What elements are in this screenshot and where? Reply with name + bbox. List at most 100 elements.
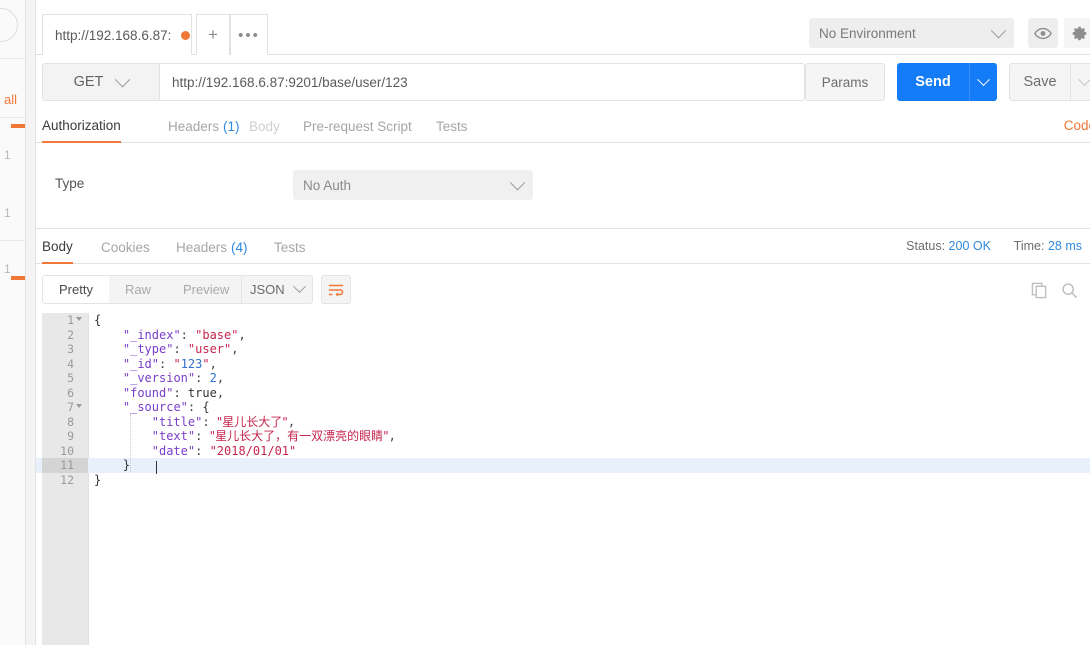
response-body-editor[interactable]: 1{2 "_index": "base", 3 "_type": "user", 4 "_… <box>36 313 1090 645</box>
search-response-button[interactable] <box>1056 277 1082 303</box>
auth-type-label: Type <box>55 176 85 191</box>
environment-quick-look-button[interactable] <box>1028 18 1058 48</box>
sidebar-scrollbar[interactable] <box>26 0 36 645</box>
request-url-input[interactable]: http://192.168.6.87:9201/base/user/123 <box>159 63 805 101</box>
tab-headers[interactable]: Headers (1) <box>168 110 240 143</box>
response-section-tabs: Body Cookies Headers (4) Tests Status: 2… <box>36 231 1090 264</box>
environment-select[interactable]: No Environment <box>809 18 1014 48</box>
tab-pre-request-script[interactable]: Pre-request Script <box>303 110 412 143</box>
send-button[interactable]: Send <box>897 63 969 101</box>
chevron-down-icon <box>1078 72 1090 86</box>
response-format-select[interactable]: JSON <box>241 275 313 304</box>
code-line[interactable]: 12} <box>36 473 1090 488</box>
code-line-text: "_source": { <box>122 400 210 414</box>
editor-code-rows: 1{2 "_index": "base", 3 "_type": "user", 4 "_… <box>36 313 1090 487</box>
save-options-button[interactable] <box>1071 63 1090 101</box>
http-method-select[interactable]: GET <box>42 63 159 101</box>
code-line-text: "text": "星儿长大了，有一双漂亮的眼睛", <box>151 429 396 443</box>
time-value[interactable]: 28 ms <box>1048 239 1082 253</box>
fold-arrow-icon[interactable] <box>76 317 82 321</box>
response-tab-body[interactable]: Body <box>42 231 73 264</box>
line-number: 6 <box>67 385 74 400</box>
sidebar-divider <box>0 58 25 59</box>
line-number: 5 <box>67 371 74 385</box>
sidebar-filter-all[interactable]: all <box>4 92 17 107</box>
chevron-down-icon <box>115 71 131 87</box>
sidebar-item-mark <box>11 276 25 280</box>
sidebar-list-item[interactable]: 1 <box>4 148 11 162</box>
line-number: 4 <box>67 356 74 371</box>
settings-button[interactable] <box>1064 18 1090 48</box>
fold-arrow-icon[interactable] <box>76 404 82 408</box>
status-label: Status: <box>906 239 946 253</box>
code-line[interactable]: 8 "title": "星儿长大了", <box>36 415 1090 430</box>
code-link[interactable]: Code <box>1064 118 1090 133</box>
sidebar-list-item[interactable]: 1 <box>4 206 11 220</box>
code-line[interactable]: 5 "_version": 2, <box>36 371 1090 386</box>
request-section-tabs: Authorization Headers (1) Body Pre-reque… <box>36 110 1090 143</box>
save-button[interactable]: Save <box>1009 63 1071 101</box>
environment-select-value: No Environment <box>819 25 916 41</box>
view-pretty[interactable]: Pretty <box>43 276 109 303</box>
tab-label: Body <box>42 239 73 254</box>
code-line-text: "_index": "base", <box>122 327 246 342</box>
tab-label: Tests <box>274 240 306 255</box>
response-tab-tests[interactable]: Tests <box>274 231 306 264</box>
line-number: 2 <box>67 327 74 342</box>
code-line-text: } <box>94 472 102 487</box>
auth-type-select[interactable]: No Auth <box>293 170 533 200</box>
view-raw[interactable]: Raw <box>109 276 167 303</box>
tab-body[interactable]: Body <box>249 110 280 143</box>
code-line[interactable]: 2 "_index": "base", <box>36 328 1090 343</box>
tab-authorization[interactable]: Authorization <box>42 110 121 143</box>
copy-icon <box>1031 282 1046 298</box>
code-line[interactable]: 4 "_id": "123", <box>36 357 1090 372</box>
code-line-text: "_type": "user", <box>122 342 239 356</box>
gear-icon <box>1072 26 1086 40</box>
status-value[interactable]: 200 OK <box>949 239 991 253</box>
response-format-value: JSON <box>250 282 285 297</box>
copy-response-button[interactable] <box>1026 277 1052 303</box>
code-line[interactable]: 6 "found": true, <box>36 386 1090 401</box>
response-meta: Status: 200 OK Time: 28 ms <box>906 239 1082 253</box>
code-line[interactable]: 11} <box>36 458 1090 473</box>
line-number: 9 <box>67 429 74 443</box>
new-tab-button[interactable]: + <box>196 14 230 55</box>
tab-label: Pre-request Script <box>303 119 412 134</box>
sidebar-rail: all 1 1 1 <box>0 0 26 645</box>
unsaved-dot-icon <box>181 30 191 40</box>
code-line-text: "date": "2018/01/01" <box>151 443 297 458</box>
chevron-down-icon <box>990 22 1007 38</box>
response-tab-headers[interactable]: Headers (4) <box>176 231 248 264</box>
sidebar-list-item[interactable]: 1 <box>4 262 11 276</box>
response-separator <box>36 228 1090 229</box>
code-line[interactable]: 9 "text": "星儿长大了，有一双漂亮的眼睛", <box>36 429 1090 444</box>
code-line[interactable]: 1{ <box>36 313 1090 328</box>
time-label: Time: <box>1013 239 1045 253</box>
chevron-down-icon <box>977 72 990 86</box>
code-line-text: "_version": 2, <box>122 371 225 385</box>
response-toolbar: Pretty Raw Preview JSON <box>36 266 1090 312</box>
tab-label: Headers <box>176 240 228 255</box>
code-line[interactable]: 10 "date": "2018/01/01" <box>36 444 1090 459</box>
sidebar-divider <box>0 240 25 241</box>
tab-tests[interactable]: Tests <box>436 110 468 143</box>
params-button[interactable]: Params <box>805 63 885 101</box>
word-wrap-button[interactable] <box>321 275 351 304</box>
tab-count: (1) <box>223 119 240 134</box>
request-url-row: GET http://192.168.6.87:9201/base/user/1… <box>36 57 1090 107</box>
tab-label: Body <box>249 119 280 134</box>
request-tab-title: http://192.168.6.87: <box>55 27 172 43</box>
code-line[interactable]: 7 "_source": { <box>36 400 1090 415</box>
code-line[interactable]: 3 "_type": "user", <box>36 342 1090 357</box>
send-options-button[interactable] <box>969 63 997 101</box>
tab-options-button[interactable]: ••• <box>230 14 268 55</box>
request-url-value: http://192.168.6.87:9201/base/user/123 <box>172 74 408 90</box>
view-preview[interactable]: Preview <box>167 276 245 303</box>
tab-label: Headers <box>168 119 220 134</box>
auth-type-value: No Auth <box>303 177 352 193</box>
request-tab[interactable]: http://192.168.6.87: <box>42 14 192 55</box>
sidebar-divider <box>0 117 25 118</box>
response-tab-cookies[interactable]: Cookies <box>101 231 150 264</box>
tab-label: Cookies <box>101 240 150 255</box>
